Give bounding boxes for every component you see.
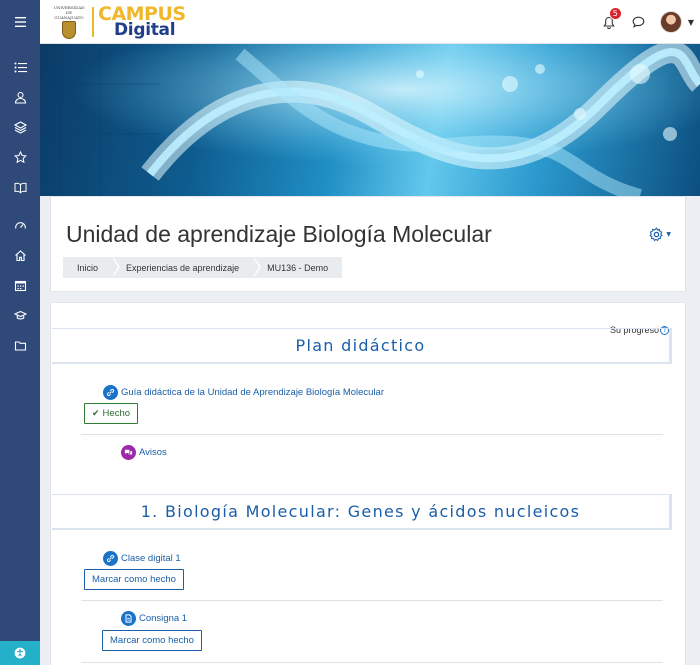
course-header: Unidad de aprendizaje Biología Molecular…: [50, 196, 686, 292]
logo-divider: [92, 7, 94, 37]
section-title-text: Plan didáctico: [295, 336, 426, 355]
star-icon: [13, 150, 27, 163]
page-title: Unidad de aprendizaje Biología Molecular: [66, 221, 492, 247]
university-seal: UNIVERSIDAD DE GUANAJUATO: [52, 5, 86, 39]
forum-icon: [121, 445, 136, 460]
sidebar-item-files[interactable]: [0, 330, 40, 360]
accessibility-icon: [14, 647, 26, 659]
mark-as-done-button[interactable]: Marcar como hecho: [102, 630, 202, 651]
dashboard-icon: [14, 221, 26, 229]
section-title-biologia-molecular[interactable]: 1. Biología Molecular: Genes y ácidos nu…: [52, 494, 672, 530]
breadcrumb-item-course[interactable]: MU136 - Demo: [253, 257, 342, 278]
top-navbar: UNIVERSIDAD DE GUANAJUATO CAMPUS Digital…: [0, 0, 700, 44]
notification-count-badge: 5: [608, 7, 622, 20]
mark-as-done-label: Marcar como hecho: [92, 574, 176, 585]
section-title-text: 1. Biología Molecular: Genes y ácidos nu…: [140, 502, 581, 521]
activity-divider: [81, 600, 663, 601]
sidebar-item-courses[interactable]: [0, 300, 40, 330]
activity-avisos[interactable]: Avisos: [121, 445, 167, 460]
accessibility-button[interactable]: [0, 641, 40, 665]
university-shield-icon: [62, 21, 76, 39]
left-sidebar: [0, 44, 40, 665]
breadcrumb: Inicio Experiencias de aprendizaje MU136…: [63, 257, 343, 278]
activity-link[interactable]: Avisos: [139, 447, 167, 458]
breadcrumb-item-home[interactable]: Inicio: [63, 257, 121, 278]
chat-bubble-icon: [632, 16, 645, 28]
activity-link[interactable]: Clase digital 1: [121, 553, 181, 564]
book-icon: [14, 182, 26, 194]
hamburger-menu-button[interactable]: [0, 0, 40, 44]
sidebar-item-grades[interactable]: [0, 142, 40, 172]
site-logo[interactable]: UNIVERSIDAD DE GUANAJUATO CAMPUS Digital: [52, 4, 186, 40]
university-seal-text: UNIVERSIDAD DE GUANAJUATO: [53, 5, 85, 20]
activity-clase-digital-1[interactable]: Clase digital 1: [103, 551, 181, 566]
sidebar-item-home[interactable]: [0, 240, 40, 270]
home-icon: [14, 249, 26, 261]
sidebar-item-competencies[interactable]: [0, 112, 40, 142]
folder-icon: [14, 340, 26, 351]
dna-banner-graphic: [40, 44, 700, 196]
user-menu-caret-icon[interactable]: ▼: [688, 18, 694, 27]
course-content: Su progreso ? Plan didáctico Guía didáct…: [50, 302, 686, 665]
sidebar-item-dashboard[interactable]: [0, 210, 40, 240]
menu-list-icon: [14, 62, 27, 72]
breadcrumb-item-learning-experiences[interactable]: Experiencias de aprendizaje: [112, 257, 262, 278]
link-icon: [103, 551, 118, 566]
hamburger-icon: [14, 17, 26, 27]
layers-icon: [13, 120, 27, 134]
link-icon: [103, 385, 118, 400]
navbar-right: 5 ▼: [594, 0, 700, 44]
check-icon: ✔: [92, 408, 100, 418]
brand-top-text: CAMPUS: [98, 3, 186, 25]
mark-as-done-label: Marcar como hecho: [110, 635, 194, 646]
sidebar-item-library[interactable]: [0, 172, 40, 202]
sidebar-item-calendar[interactable]: [0, 270, 40, 300]
course-settings-button[interactable]: ▼: [649, 227, 671, 242]
activity-consigna-1[interactable]: Consigna 1: [121, 611, 187, 626]
gear-icon: [649, 227, 664, 242]
sidebar-item-participants[interactable]: [0, 82, 40, 112]
completion-done-button[interactable]: ✔ Hecho: [84, 403, 139, 424]
activity-link[interactable]: Consigna 1: [139, 613, 187, 624]
sidebar-item-index[interactable]: [0, 52, 40, 82]
activity-divider: [81, 662, 663, 663]
notifications-button[interactable]: 5: [594, 0, 624, 44]
activity-link[interactable]: Guía didáctica de la Unidad de Aprendiza…: [121, 387, 384, 398]
graduation-cap-icon: [13, 310, 27, 320]
user-avatar[interactable]: [659, 11, 682, 33]
brand-wordmark: CAMPUS Digital: [98, 5, 186, 39]
completion-done-label: Hecho: [102, 408, 131, 419]
page-icon: [121, 611, 136, 626]
calendar-icon: [14, 280, 26, 291]
mark-as-done-button[interactable]: Marcar como hecho: [84, 569, 184, 590]
participants-icon: [14, 91, 26, 104]
activity-divider: [81, 434, 663, 435]
messages-button[interactable]: [624, 0, 654, 44]
settings-caret-icon: ▼: [666, 231, 671, 238]
activity-guia-didactica[interactable]: Guía didáctica de la Unidad de Aprendiza…: [103, 385, 384, 400]
course-banner-image: [40, 44, 700, 196]
section-title-plan-didactico[interactable]: Plan didáctico: [52, 328, 672, 364]
